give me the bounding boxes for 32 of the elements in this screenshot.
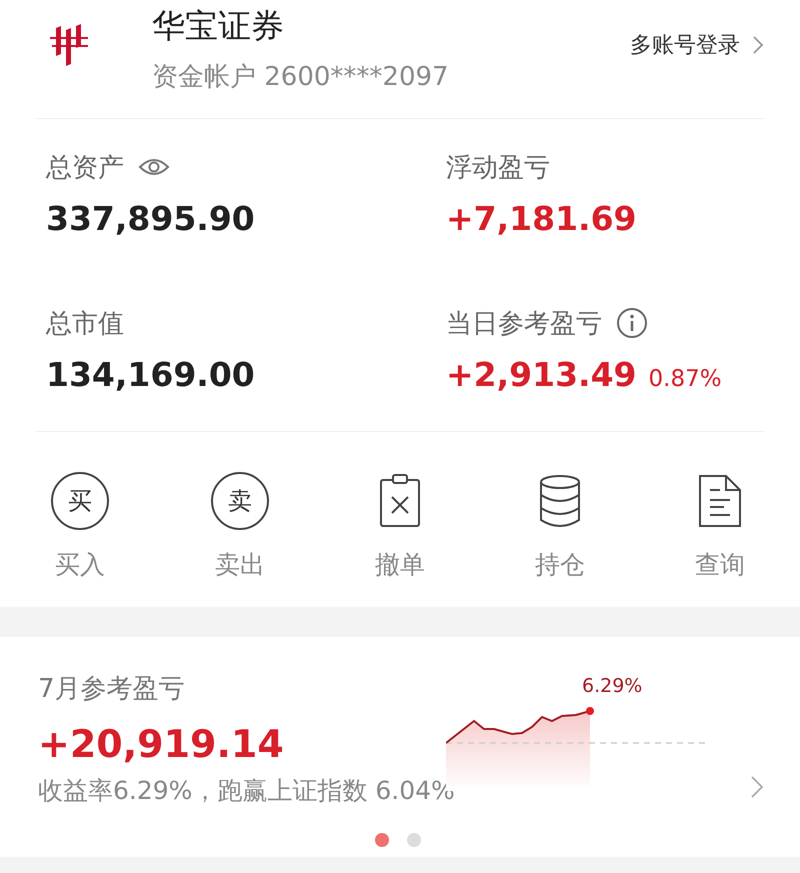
database-icon: [539, 474, 581, 528]
page-indicator-dot[interactable]: [375, 833, 389, 847]
stat-label: 总市值: [46, 308, 124, 340]
multi-account-login-link[interactable]: 多账号登录: [630, 30, 764, 60]
action-button[interactable]: 查询: [640, 470, 800, 582]
broker-name: 华宝证券: [152, 5, 285, 47]
monthly-title: 7月参考盈亏: [38, 673, 186, 706]
stat-value: 134,169.00: [46, 355, 255, 394]
stat-label: 浮动盈亏: [446, 152, 550, 184]
chevron-right-icon[interactable]: [750, 775, 764, 799]
monthly-profit: +20,919.14: [38, 722, 285, 766]
info-icon[interactable]: [616, 307, 648, 339]
account-number: 资金帐户 2600****2097: [152, 61, 450, 94]
stat-value: +2,913.49: [446, 355, 636, 394]
chevron-right-icon: [752, 35, 764, 55]
stat-label: 当日参考盈亏: [446, 308, 602, 340]
return-summary: 收益率6.29%，跑赢上证指数 6.04%: [38, 775, 456, 807]
stat-value: +7,181.69: [446, 199, 636, 238]
stat-label: 总资产: [46, 152, 124, 184]
page-indicator-dot[interactable]: [407, 833, 421, 847]
stat-value: 337,895.90: [46, 199, 255, 238]
sparkline-label: 6.29%: [582, 675, 642, 697]
circle-character-icon: 买: [51, 472, 109, 530]
clipboard-x-icon: [379, 474, 421, 528]
circle-character-icon: 卖: [211, 472, 269, 530]
action-button[interactable]: 持仓: [480, 470, 640, 582]
eye-icon[interactable]: [138, 156, 170, 178]
action-button[interactable]: 买 买入: [0, 470, 160, 582]
action-button[interactable]: 卖 卖出: [160, 470, 320, 582]
document-icon: [698, 474, 742, 528]
action-button[interactable]: 撤单: [320, 470, 480, 582]
percent-value: 0.87%: [648, 366, 722, 392]
